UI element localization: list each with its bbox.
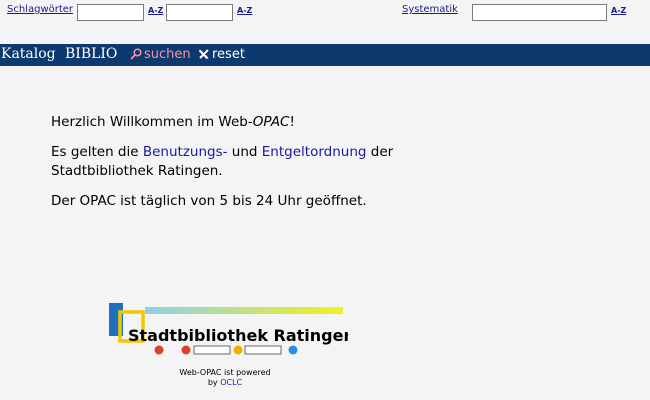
schlagwoerter-input-1[interactable]: [77, 4, 144, 21]
logo-text: Stadtbibliothek Ratingen: [128, 326, 348, 345]
benutzung-link[interactable]: Benutzungs-: [143, 144, 228, 160]
library-logo: Stadtbibliothek Ratingen: [108, 302, 355, 362]
nav-reset-label: reset: [212, 47, 245, 62]
welcome-heading: Herzlich Willkommen im Web-OPAC!: [51, 114, 295, 130]
opening-hours-text: Der OPAC ist täglich von 5 bis 24 Uhr ge…: [51, 193, 367, 209]
nav-suchen[interactable]: suchen: [130, 47, 191, 62]
systematik-input[interactable]: [472, 4, 607, 21]
nav-katalog[interactable]: Katalog: [1, 46, 56, 62]
systematik-link[interactable]: Systematik: [402, 4, 458, 15]
nav-biblio[interactable]: BIBLIO: [65, 46, 117, 62]
magnifier-icon: [130, 48, 142, 60]
terms-text: Es gelten die Benutzungs- und Entgeltord…: [51, 144, 394, 179]
nav-bar: Katalog BIBLIO suchen reset: [0, 44, 650, 66]
oclc-link[interactable]: OCLC: [220, 378, 242, 387]
az-link-2[interactable]: A-Z: [237, 6, 252, 15]
reset-icon: [198, 49, 209, 60]
nav-suchen-label: suchen: [144, 47, 191, 62]
az-link-3[interactable]: A-Z: [611, 6, 626, 15]
schlagwoerter-input-2[interactable]: [166, 4, 233, 21]
schlagwoerter-link[interactable]: Schlagwörter: [7, 4, 73, 15]
nav-reset[interactable]: reset: [198, 47, 245, 62]
az-link-1[interactable]: A-Z: [148, 6, 163, 15]
powered-by: Web-OPAC ist powered by OCLC: [179, 368, 271, 387]
entgelt-link[interactable]: Entgeltordnung: [262, 144, 367, 160]
welcome-content: Herzlich Willkommen im Web-OPAC! Es gelt…: [51, 113, 611, 222]
search-bar: Schlagwörter A-Z A-Z Systematik A-Z: [0, 0, 650, 44]
